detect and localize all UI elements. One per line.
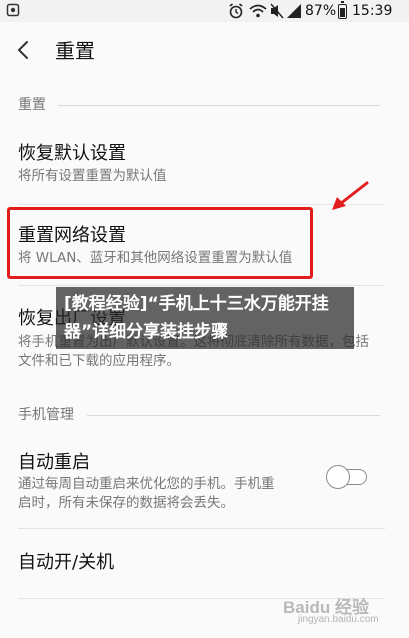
toggle-knob (326, 465, 350, 489)
reset-network-settings-item[interactable]: 重置网络设置 将 WLAN、蓝牙和其他网络设置重置为默认值 (0, 212, 390, 282)
auto-restart-toggle[interactable] (326, 465, 370, 489)
alarm-icon (228, 3, 244, 23)
app-bar: 重置 (0, 22, 409, 80)
clock: 15:39 (352, 3, 393, 19)
section-divider (58, 105, 380, 106)
section-divider (87, 415, 380, 416)
auto-power-on-off-item[interactable]: 自动开/关机 (0, 538, 390, 588)
signal-icon (286, 3, 302, 23)
back-arrow-icon[interactable] (12, 38, 36, 62)
wifi-icon (248, 3, 268, 23)
battery-percent: 87% (305, 3, 337, 19)
item-title: 重置网络设置 (18, 225, 126, 246)
overlay-banner: [教程经验]“手机上十三水万能开挂器”详细分享装挂步骤 (56, 287, 354, 349)
page-title: 重置 (55, 39, 95, 63)
item-subtitle: 通过每周自动重启来优化您的手机。手机重启时，所有未保存的数据将会丢失。 (18, 476, 275, 511)
red-arrow-icon (332, 181, 369, 210)
section-header-reset: 重置 (18, 97, 46, 113)
watermark-url: jingyan.baidu.com (298, 614, 379, 625)
banner-text: [教程经验]“手机上十三水万能开挂器”详细分享装挂步骤 (64, 294, 329, 342)
item-subtitle: 将所有设置重置为默认值 (18, 168, 167, 184)
item-title: 恢复默认设置 (18, 143, 126, 164)
mute-icon (270, 3, 284, 23)
divider (18, 285, 385, 286)
section-header-phone-management: 手机管理 (18, 407, 74, 423)
item-subtitle: 将 WLAN、蓝牙和其他网络设置重置为默认值 (18, 250, 293, 266)
battery-icon (338, 1, 347, 19)
item-title: 自动重启 (18, 452, 90, 473)
divider (18, 528, 385, 529)
status-bar: 87% 15:39 (0, 0, 409, 22)
item-title: 自动开/关机 (18, 552, 115, 573)
notification-icon (6, 3, 20, 21)
